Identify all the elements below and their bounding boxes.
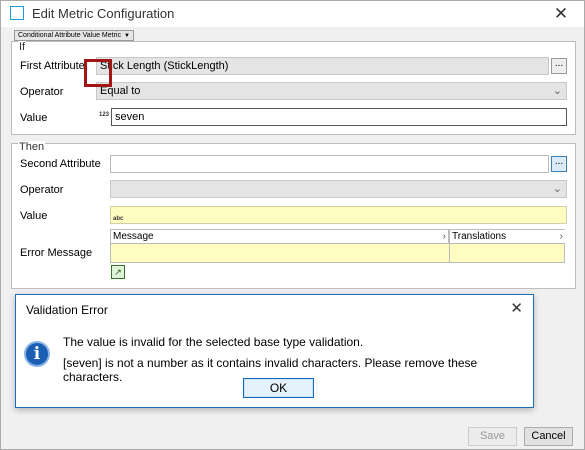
- metric-type-dropdown[interactable]: Conditional Attribute Value Metric ▼: [14, 30, 134, 41]
- first-attribute-browse-button[interactable]: ...: [551, 58, 567, 74]
- translations-column-label: Translations: [452, 231, 507, 242]
- edit-metric-window: Edit Metric Configuration ✕ Conditional …: [0, 0, 585, 450]
- then-section-label: Then: [18, 141, 46, 153]
- second-attribute-label: Second Attribute: [20, 158, 101, 170]
- validation-error-dialog: Validation Error ✕ i The value is invali…: [15, 294, 534, 408]
- message-column-label: Message: [113, 231, 154, 242]
- ok-button[interactable]: OK: [243, 378, 314, 398]
- error-message-grid[interactable]: Message › Translations ›: [110, 229, 565, 263]
- then-operator-label: Operator: [20, 184, 64, 196]
- type-icon-highlight: [84, 59, 112, 87]
- translations-column-header[interactable]: Translations ›: [450, 230, 565, 244]
- then-section: Then Second Attribute ... Operator ⌄ Val…: [11, 141, 576, 289]
- if-section: If First Attribute Stick Length (StickLe…: [11, 41, 576, 135]
- message-column-header[interactable]: Message ›: [111, 230, 449, 244]
- then-value-label: Value: [20, 210, 48, 222]
- if-operator-select[interactable]: Equal to ⌄: [96, 82, 567, 100]
- chevron-right-icon: ›: [559, 231, 563, 242]
- second-attribute-browse-button[interactable]: ...: [551, 156, 567, 172]
- close-window-button[interactable]: ✕: [548, 3, 574, 25]
- title-bar: Edit Metric Configuration ✕: [1, 1, 584, 27]
- window-title: Edit Metric Configuration: [32, 6, 175, 21]
- if-section-label: If: [18, 41, 27, 53]
- first-attribute-label: First Attribute: [20, 60, 85, 72]
- chevron-down-icon: ⌄: [552, 183, 562, 195]
- dialog-close-button[interactable]: ✕: [510, 299, 523, 317]
- chevron-down-icon: ⌄: [552, 85, 562, 97]
- text-type-icon[interactable]: abc: [113, 211, 123, 227]
- second-attribute-field[interactable]: [110, 155, 549, 173]
- chevron-right-icon: ›: [442, 231, 446, 242]
- value-label: Value: [20, 112, 48, 124]
- save-button[interactable]: Save: [468, 427, 517, 446]
- first-attribute-field[interactable]: Stick Length (StickLength): [96, 57, 549, 75]
- dialog-message-line-1: The value is invalid for the selected ba…: [63, 335, 364, 349]
- grid-divider: [449, 230, 450, 262]
- info-icon: i: [24, 341, 50, 367]
- error-message-label: Error Message: [20, 247, 93, 259]
- number-type-icon[interactable]: 123: [99, 112, 109, 118]
- window-icon: [10, 6, 24, 20]
- dialog-title: Validation Error: [26, 303, 108, 317]
- chevron-down-icon: ▼: [123, 33, 130, 39]
- operator-label: Operator: [20, 86, 64, 98]
- if-value-input[interactable]: seven: [111, 108, 567, 126]
- cancel-button[interactable]: Cancel: [524, 427, 573, 446]
- then-value-input[interactable]: abc: [110, 206, 567, 224]
- add-message-icon[interactable]: ↗: [111, 265, 125, 279]
- metric-type-value: Conditional Attribute Value Metric: [18, 32, 121, 39]
- then-operator-select[interactable]: ⌄: [110, 180, 567, 198]
